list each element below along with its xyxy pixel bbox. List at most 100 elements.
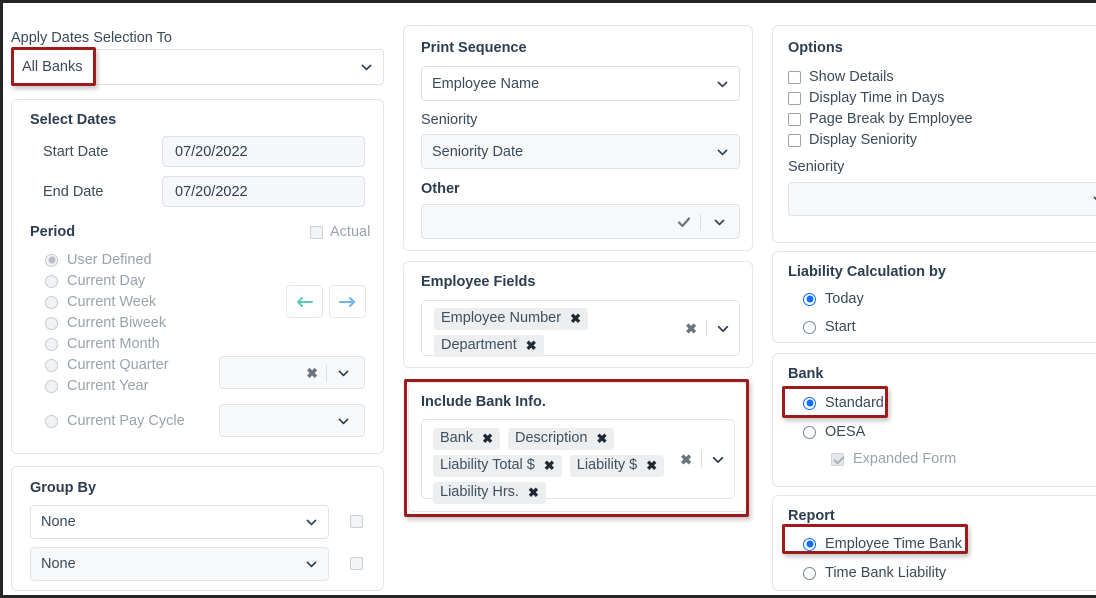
- start-date-value: 07/20/2022: [175, 143, 248, 160]
- include-bank-info-tag-input[interactable]: Bank ✖ Description ✖ Liability Total $ ✖…: [421, 419, 735, 504]
- chevron-down-icon: [1093, 196, 1096, 201]
- radio-current-year[interactable]: [45, 379, 58, 393]
- report-title: Report: [788, 508, 835, 524]
- remove-tag-icon[interactable]: ✖: [544, 459, 555, 472]
- arrow-left-icon: [297, 296, 313, 307]
- report-option-employee-time-bank[interactable]: Employee Time Bank: [803, 536, 962, 552]
- checkbox-page-break-by-employee[interactable]: [788, 112, 801, 126]
- liability-calculation-card: Liability Calculation by Today Start: [772, 251, 1096, 343]
- actual-label: Actual: [330, 224, 371, 240]
- other-label: Other: [421, 181, 460, 197]
- radio-current-pay-cycle[interactable]: [45, 414, 58, 428]
- chevron-down-icon: [338, 418, 349, 424]
- radio-today[interactable]: [803, 292, 816, 306]
- option-page-break-by-employee[interactable]: Page Break by Employee: [788, 111, 973, 127]
- radio-start[interactable]: [803, 320, 816, 334]
- divider: [706, 319, 707, 337]
- radio-current-week[interactable]: [45, 295, 58, 309]
- expanded-form-label: Expanded Form: [853, 451, 957, 467]
- remove-tag-icon[interactable]: ✖: [597, 432, 608, 445]
- liability-label-today: Today: [825, 291, 864, 307]
- group-by-second-checkbox[interactable]: [350, 557, 363, 570]
- apply-dates-selection-label: Apply Dates Selection To: [11, 30, 172, 46]
- radio-time-bank-liability[interactable]: [803, 566, 816, 580]
- remove-tag-icon[interactable]: ✖: [528, 486, 539, 499]
- tag-liability-total[interactable]: Liability Total $ ✖: [433, 455, 562, 477]
- tag-department[interactable]: Department ✖: [434, 335, 544, 357]
- clear-icon[interactable]: ✖: [685, 321, 697, 335]
- radio-oesa[interactable]: [803, 425, 816, 439]
- remove-tag-icon[interactable]: ✖: [482, 432, 493, 445]
- employee-fields-tag-input[interactable]: Employee Number ✖ Department ✖ ✖: [421, 300, 740, 357]
- clear-icon[interactable]: ✖: [306, 366, 318, 380]
- option-display-time-in-days[interactable]: Display Time in Days: [788, 90, 944, 106]
- group-by-first-select[interactable]: None: [30, 505, 329, 539]
- remove-tag-icon[interactable]: ✖: [646, 459, 657, 472]
- liability-option-start[interactable]: Start: [803, 319, 856, 335]
- employee-fields-card: Employee Fields Employee Number ✖ Depart…: [403, 261, 753, 368]
- period-label-user-defined: User Defined: [67, 252, 152, 268]
- chevron-down-icon: [714, 219, 725, 225]
- clear-icon[interactable]: ✖: [680, 452, 692, 466]
- remove-tag-icon[interactable]: ✖: [526, 339, 537, 352]
- tag-label: Department: [441, 337, 517, 353]
- group-by-first-checkbox[interactable]: [350, 515, 363, 528]
- select-dates-title: Select Dates: [30, 112, 117, 128]
- previous-period-button[interactable]: [286, 285, 323, 318]
- period-option-current-pay-cycle[interactable]: Current Pay Cycle: [45, 413, 185, 429]
- print-sequence-select[interactable]: Employee Name: [421, 66, 740, 101]
- chevron-down-icon[interactable]: [711, 452, 725, 466]
- radio-employee-time-bank[interactable]: [803, 537, 816, 551]
- period-range-select[interactable]: ✖: [219, 356, 365, 389]
- report-option-time-bank-liability[interactable]: Time Bank Liability: [803, 565, 946, 581]
- tag-bank[interactable]: Bank ✖: [433, 428, 500, 450]
- seniority-select[interactable]: Seniority Date: [421, 134, 740, 169]
- pay-cycle-select[interactable]: [219, 404, 365, 437]
- remove-tag-icon[interactable]: ✖: [570, 312, 581, 325]
- period-option-current-quarter[interactable]: Current Quarter: [45, 357, 169, 373]
- tag-liability-hrs[interactable]: Liability Hrs. ✖: [433, 482, 546, 504]
- report-label-time-bank-liability: Time Bank Liability: [825, 565, 947, 581]
- checkbox-show-details[interactable]: [788, 70, 801, 84]
- chevron-down-icon: [338, 370, 349, 376]
- period-option-user-defined[interactable]: User Defined: [45, 252, 152, 268]
- option-display-seniority[interactable]: Display Seniority: [788, 132, 917, 148]
- report-card: Report Employee Time Bank Time Bank Liab…: [772, 495, 1096, 591]
- radio-current-biweek[interactable]: [45, 316, 58, 330]
- radio-user-defined[interactable]: [45, 253, 58, 267]
- options-seniority-select[interactable]: [788, 182, 1096, 216]
- radio-current-day[interactable]: [45, 274, 58, 288]
- radio-standard[interactable]: [803, 396, 816, 410]
- bank-option-oesa[interactable]: OESA: [803, 424, 865, 440]
- group-by-second-select[interactable]: None: [30, 547, 329, 581]
- period-label-current-week: Current Week: [67, 294, 157, 310]
- group-by-first-value: None: [41, 514, 76, 530]
- radio-current-quarter[interactable]: [45, 358, 58, 372]
- radio-current-month[interactable]: [45, 337, 58, 351]
- apply-dates-selection-select[interactable]: All Banks: [11, 49, 384, 85]
- tag-description[interactable]: Description ✖: [507, 428, 615, 450]
- period-option-current-biweek[interactable]: Current Biweek: [45, 315, 166, 331]
- checkbox-display-seniority[interactable]: [788, 133, 801, 147]
- bank-option-standard[interactable]: Standard: [803, 395, 884, 411]
- end-date-label: End Date: [43, 184, 104, 200]
- checkbox-display-time-in-days[interactable]: [788, 91, 801, 105]
- period-option-current-month[interactable]: Current Month: [45, 336, 160, 352]
- actual-checkbox: Actual: [310, 224, 370, 240]
- liability-option-today[interactable]: Today: [803, 291, 864, 307]
- period-option-current-week[interactable]: Current Week: [45, 294, 156, 310]
- include-bank-info-card: Include Bank Info. Bank ✖ Description ✖ …: [408, 382, 748, 512]
- period-option-current-day[interactable]: Current Day: [45, 273, 145, 289]
- tag-employee-number[interactable]: Employee Number ✖: [434, 308, 588, 330]
- end-date-input[interactable]: 07/20/2022: [162, 176, 365, 207]
- start-date-input[interactable]: 07/20/2022: [162, 136, 365, 167]
- tag-liability-dollar[interactable]: Liability $ ✖: [569, 455, 665, 477]
- next-period-button[interactable]: [329, 285, 366, 318]
- option-label-display-time-in-days: Display Time in Days: [809, 90, 945, 106]
- option-show-details[interactable]: Show Details: [788, 69, 894, 85]
- chevron-down-icon[interactable]: [716, 321, 730, 335]
- liability-label-start: Start: [825, 319, 856, 335]
- other-select[interactable]: [421, 204, 740, 239]
- check-icon[interactable]: [676, 214, 692, 230]
- period-option-current-year[interactable]: Current Year: [45, 378, 148, 394]
